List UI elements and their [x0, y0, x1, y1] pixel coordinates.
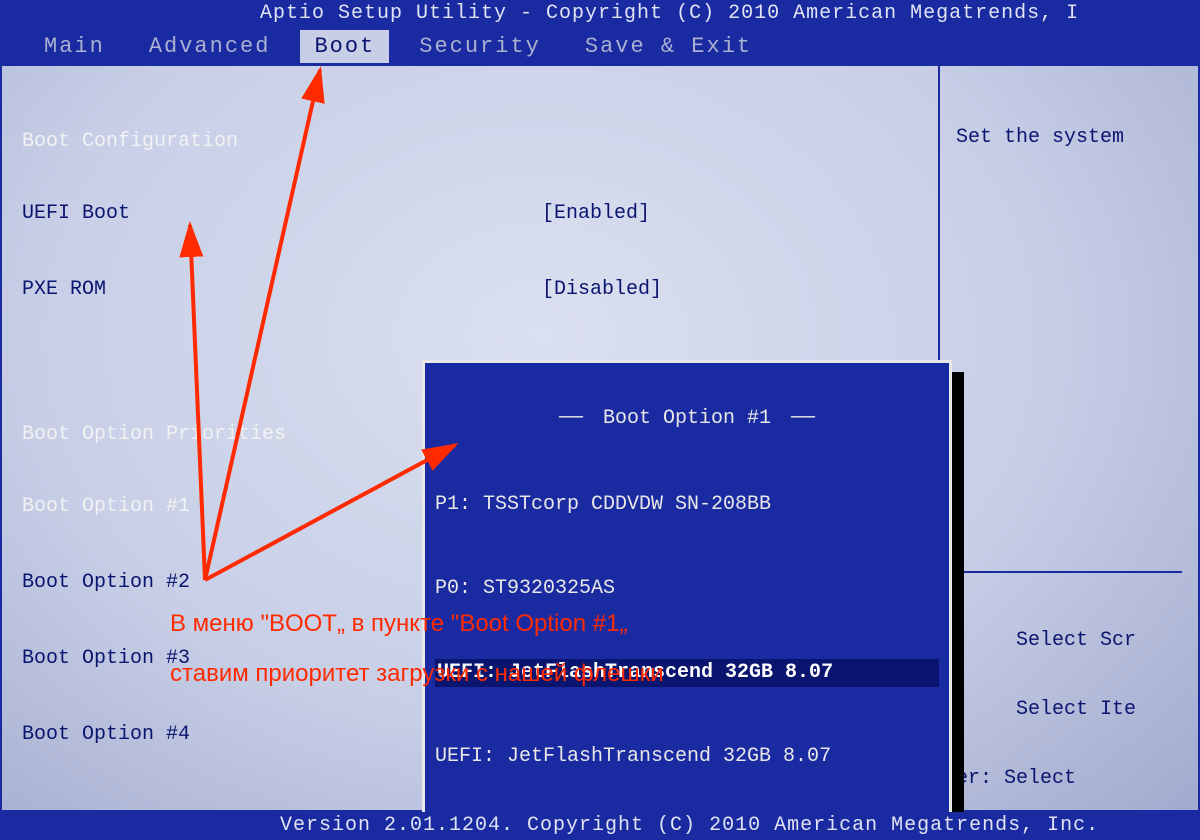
- popup-title: ── Boot Option #1 ──: [551, 407, 823, 430]
- boot-option-popup: ── Boot Option #1 ── P1: TSSTcorp CDDVDW…: [422, 314, 952, 840]
- uefi-boot-row[interactable]: UEFI Boot [Enabled]: [22, 199, 918, 229]
- popup-item-1[interactable]: P0: ST9320325AS: [435, 575, 939, 603]
- tab-boot[interactable]: Boot: [300, 30, 389, 63]
- help-pane: Set the system Select Scr Select Ite er:…: [940, 64, 1200, 812]
- tab-security[interactable]: Security: [405, 30, 555, 63]
- help-heading: Set the system: [956, 126, 1182, 149]
- tab-main[interactable]: Main: [30, 30, 119, 63]
- tab-advanced[interactable]: Advanced: [135, 30, 285, 63]
- help-line-1: Select Ite: [956, 698, 1182, 721]
- annotation-line-1: В меню "BOOT„ в пункте "Boot Option #1„: [170, 610, 627, 638]
- help-line-0: Select Scr: [956, 629, 1182, 652]
- help-line-2: er: Select: [956, 767, 1182, 790]
- footer-bar: Version 2.01.1204. Copyright (C) 2010 Am…: [0, 812, 1200, 840]
- title-bar: Aptio Setup Utility - Copyright (C) 2010…: [0, 0, 1200, 28]
- bios-screen: Aptio Setup Utility - Copyright (C) 2010…: [0, 0, 1200, 840]
- pxe-rom-row[interactable]: PXE ROM [Disabled]: [22, 275, 918, 305]
- popup-item-3[interactable]: UEFI: JetFlashTranscend 32GB 8.07: [435, 743, 939, 771]
- annotation-line-2: ставим приоритет загрузки с нашей флешки: [170, 660, 664, 688]
- menu-bar: Main Advanced Boot Security Save & Exit: [0, 28, 1200, 64]
- tab-save-exit[interactable]: Save & Exit: [571, 30, 766, 63]
- main-pane: Boot Configuration UEFI Boot [Enabled] P…: [0, 64, 940, 812]
- popup-item-0[interactable]: P1: TSSTcorp CDDVDW SN-208BB: [435, 491, 939, 519]
- boot-config-heading: Boot Configuration: [22, 130, 918, 153]
